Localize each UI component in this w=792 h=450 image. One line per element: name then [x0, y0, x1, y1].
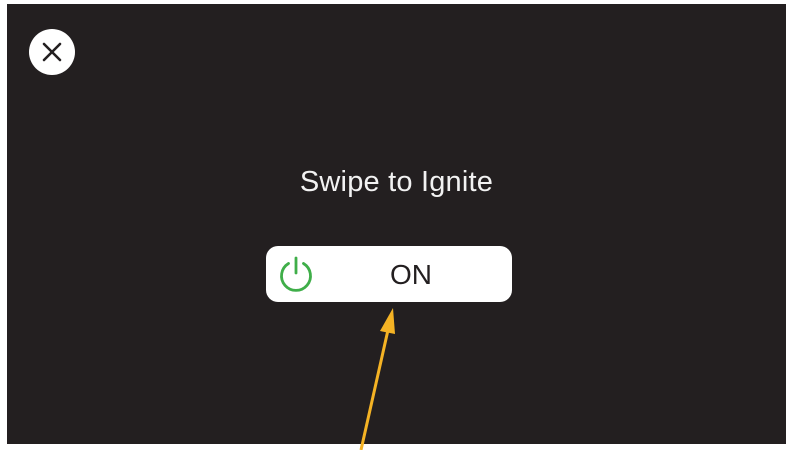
swipe-prompt-title: Swipe to Ignite — [299, 166, 494, 198]
close-icon — [42, 42, 62, 62]
swipe-to-ignite-slider[interactable]: ON — [266, 246, 512, 302]
slider-handle[interactable] — [275, 253, 317, 295]
ignition-screen: Swipe to Ignite ON — [7, 4, 786, 444]
power-icon — [280, 256, 312, 292]
slider-on-label: ON — [390, 259, 432, 290]
close-button[interactable] — [29, 29, 75, 75]
